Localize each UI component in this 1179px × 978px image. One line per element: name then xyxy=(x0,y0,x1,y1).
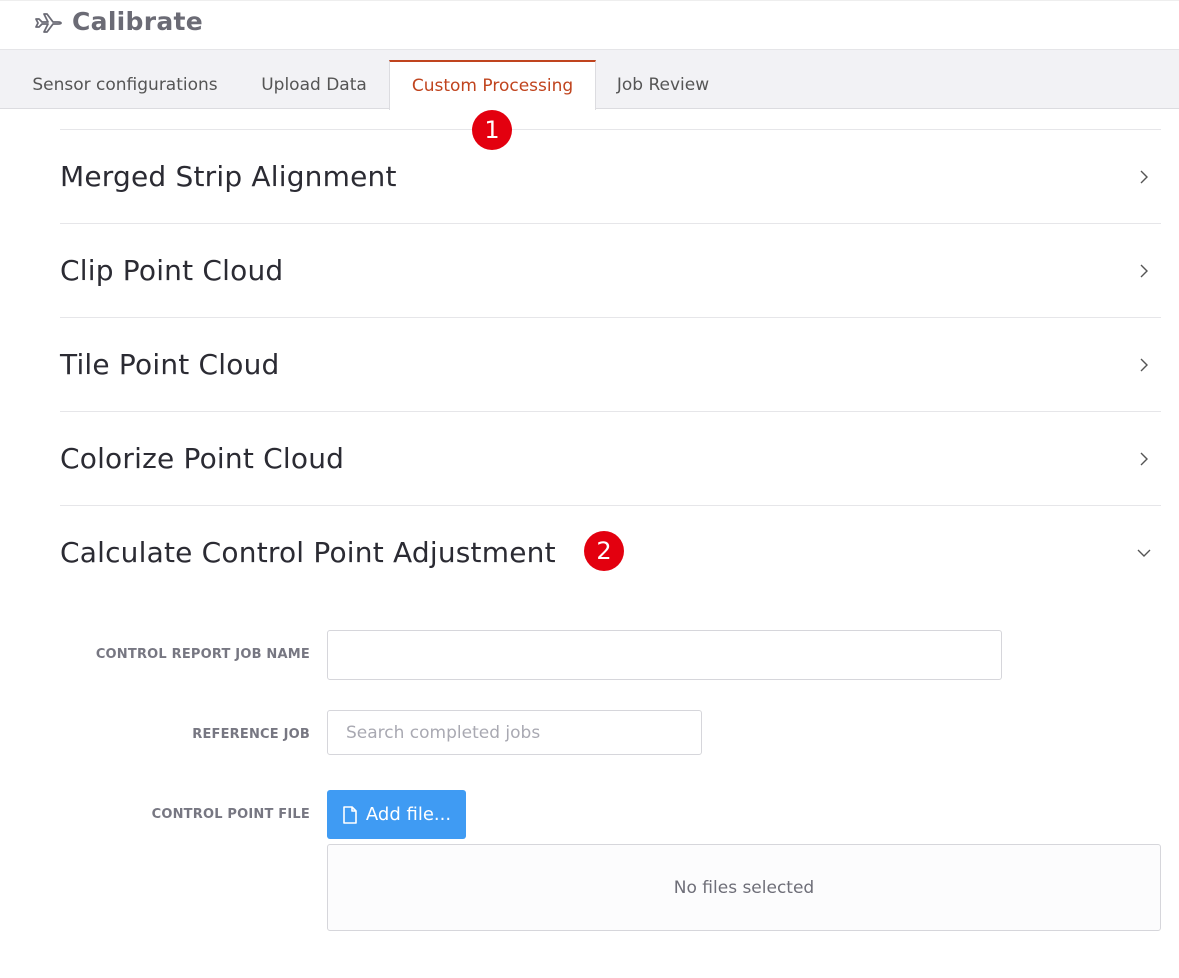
app-header: Calibrate xyxy=(0,0,1179,50)
control-point-file-label: CONTROL POINT FILE xyxy=(151,807,310,822)
chevron-right-icon xyxy=(1140,358,1148,371)
panel-clip-point-cloud[interactable]: Clip Point Cloud xyxy=(60,223,1161,317)
reference-job-search-input[interactable] xyxy=(327,710,702,755)
panel-title: Colorize Point Cloud xyxy=(60,442,345,475)
add-file-label: Add file... xyxy=(365,804,452,825)
panel-title: Merged Strip Alignment xyxy=(60,160,397,193)
panel-colorize-point-cloud[interactable]: Colorize Point Cloud xyxy=(60,411,1161,505)
tab-custom-processing[interactable]: Custom Processing xyxy=(389,60,596,110)
control-report-job-name-input[interactable] xyxy=(327,630,1002,680)
app-title: Calibrate xyxy=(72,7,204,36)
reference-job-label: REFERENCE JOB xyxy=(192,727,310,742)
panel-title: Clip Point Cloud xyxy=(60,254,284,287)
tab-upload-data[interactable]: Upload Data xyxy=(246,60,382,109)
file-dropzone[interactable]: No files selected xyxy=(327,844,1161,931)
chevron-right-icon xyxy=(1140,452,1148,465)
tab-label: Sensor configurations xyxy=(32,74,218,95)
tab-bar: Sensor configurations Upload Data Custom… xyxy=(0,50,1179,110)
panel-title: Calculate Control Point Adjustment xyxy=(60,536,556,569)
tab-label: Custom Processing xyxy=(411,76,574,96)
step-badge-2: 2 xyxy=(584,531,624,571)
add-file-button[interactable]: Add file... xyxy=(327,790,466,839)
job-name-label: CONTROL REPORT JOB NAME xyxy=(95,647,310,662)
panel-tile-point-cloud[interactable]: Tile Point Cloud xyxy=(60,317,1161,411)
tab-label: Job Review xyxy=(616,74,710,95)
no-files-text: No files selected xyxy=(673,877,815,898)
panel-title: Tile Point Cloud xyxy=(60,348,280,381)
chevron-right-icon xyxy=(1140,264,1148,277)
tab-sensor-configurations[interactable]: Sensor configurations xyxy=(20,60,230,109)
chevron-right-icon xyxy=(1140,170,1148,183)
step-badge-1: 1 xyxy=(472,110,512,150)
panel-merged-strip-alignment[interactable]: Merged Strip Alignment xyxy=(60,129,1161,223)
chevron-down-icon xyxy=(1137,549,1151,557)
airplane-icon xyxy=(32,9,64,37)
tab-label: Upload Data xyxy=(261,74,367,95)
tab-job-review[interactable]: Job Review xyxy=(604,60,722,109)
file-icon xyxy=(343,805,357,824)
processing-panel-list: Merged Strip Alignment Clip Point Cloud … xyxy=(60,129,1161,599)
